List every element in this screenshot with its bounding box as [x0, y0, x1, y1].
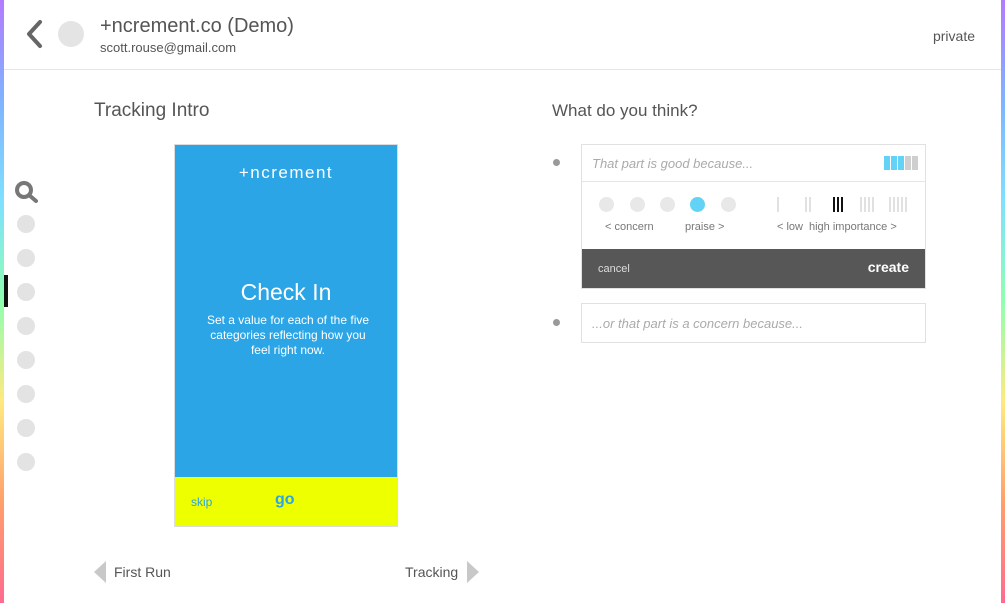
low-importance-label: < low — [777, 221, 803, 233]
phone-brand: +ncrement — [238, 163, 334, 182]
phone-footer: skip go — [175, 477, 397, 526]
avatar[interactable] — [58, 21, 84, 47]
importance-option-1[interactable] — [776, 197, 780, 212]
privacy-toggle[interactable]: private — [933, 28, 975, 44]
page-title: Tracking Intro — [94, 100, 210, 121]
importance-option-3[interactable] — [832, 197, 846, 212]
sentiment-option-1[interactable] — [599, 197, 614, 212]
praise-input[interactable] — [582, 145, 925, 182]
nav-step-7[interactable] — [17, 385, 35, 403]
side-nav — [4, 175, 44, 475]
bullet-icon — [553, 159, 560, 166]
sentiment-option-4[interactable] — [690, 197, 705, 212]
importance-option-2[interactable] — [804, 197, 814, 212]
sentiment-option-5[interactable] — [721, 197, 736, 212]
rainbow-border-right — [1001, 0, 1005, 603]
nav-step-6[interactable] — [17, 351, 35, 369]
user-email: scott.rouse@gmail.com — [100, 40, 237, 55]
nav-active-indicator — [4, 275, 8, 307]
nav-step-5[interactable] — [17, 317, 35, 335]
sentiment-option-3[interactable] — [660, 197, 675, 212]
phone-body-text: Set a value for each of the five categor… — [206, 313, 370, 357]
importance-option-4[interactable] — [859, 197, 877, 212]
next-label: Tracking — [405, 564, 459, 580]
header: +ncrement.co (Demo) scott.rouse@gmail.co… — [4, 0, 1001, 70]
triangle-right-icon — [467, 561, 479, 583]
feedback-title: What do you think? — [552, 101, 698, 120]
prev-label: First Run — [114, 564, 171, 580]
phone-heading: Check In — [240, 279, 332, 305]
sentiment-option-2[interactable] — [630, 197, 645, 212]
phone-preview: +ncrement Check In Set a value for each … — [174, 144, 398, 527]
create-button[interactable]: create — [868, 259, 909, 275]
concern-input[interactable] — [581, 303, 926, 343]
level-indicator-icon — [884, 156, 918, 170]
praise-label: praise > — [685, 221, 725, 233]
search-icon[interactable] — [14, 179, 38, 203]
skip-button[interactable]: skip — [191, 495, 212, 509]
rating-row: < concern praise > < low high importance… — [582, 182, 925, 250]
chevron-left-icon — [27, 20, 42, 48]
concern-label: < concern — [605, 221, 654, 233]
nav-step-4[interactable] — [17, 283, 35, 301]
go-button[interactable]: go — [275, 491, 295, 509]
nav-step-8[interactable] — [17, 419, 35, 437]
back-button[interactable] — [24, 18, 46, 50]
high-importance-label: high importance > — [809, 221, 897, 233]
cancel-button[interactable]: cancel — [598, 263, 630, 275]
nav-step-2[interactable] — [17, 215, 35, 233]
nav-step-9[interactable] — [17, 453, 35, 471]
action-bar: cancel create — [582, 249, 925, 288]
nav-step-3[interactable] — [17, 249, 35, 267]
importance-option-5[interactable] — [888, 197, 910, 212]
bullet-icon — [553, 319, 560, 326]
next-link[interactable]: Tracking — [405, 560, 485, 584]
praise-comment-card: < concern praise > < low high importance… — [581, 144, 926, 289]
org-name: +ncrement.co (Demo) — [100, 15, 294, 37]
triangle-left-icon — [94, 561, 106, 583]
